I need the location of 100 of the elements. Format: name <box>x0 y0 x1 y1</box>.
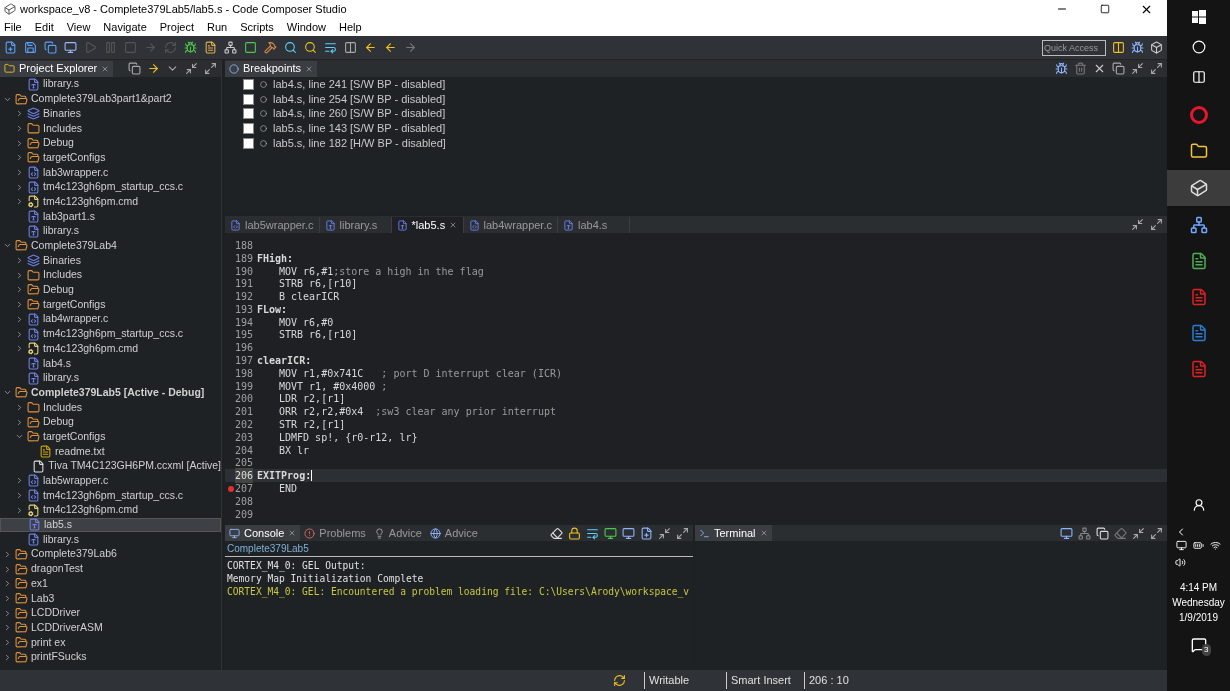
open-terminal-icon[interactable] <box>1060 526 1073 540</box>
new-breakpoint-icon[interactable] <box>1055 62 1068 75</box>
tree-item[interactable]: library.s <box>0 370 221 386</box>
debug-icon[interactable] <box>184 41 197 54</box>
tree-item[interactable]: Debug <box>0 414 221 430</box>
console-tab[interactable]: Advice <box>425 525 482 541</box>
tree-item[interactable]: tm4c123gh6pm_startup_ccs.c <box>0 179 221 195</box>
new-console-icon[interactable] <box>640 526 653 540</box>
console-tab[interactable]: Console <box>225 525 301 541</box>
minimize-icon[interactable] <box>658 526 671 540</box>
console-tab[interactable]: Problems <box>300 525 370 541</box>
menu-item[interactable]: Window <box>284 18 328 36</box>
menu-item[interactable]: Scripts <box>238 18 276 36</box>
collapse-all-icon[interactable] <box>128 62 141 75</box>
back-icon[interactable] <box>384 41 397 54</box>
search-icon[interactable] <box>304 41 317 54</box>
tree-item[interactable]: Lab3 <box>0 591 221 606</box>
tree-item[interactable]: Tiva TM4C123GH6PM.ccxml [Active] <box>0 458 221 474</box>
breakpoint-label[interactable]: lab5.s, line 143 [S/W BP - disabled] <box>273 120 446 137</box>
search-icon[interactable] <box>1191 40 1206 54</box>
hammer-icon[interactable] <box>264 41 277 54</box>
tree-item[interactable]: Includes <box>0 121 221 136</box>
tree-item[interactable]: targetConfigs <box>0 297 221 312</box>
network-app-icon[interactable] <box>1189 216 1208 234</box>
tree-item[interactable]: LCDDriverASM <box>0 620 221 636</box>
tree-item[interactable]: LCDDriver <box>0 605 221 621</box>
sync-icon[interactable] <box>613 674 626 687</box>
tree-item[interactable]: targetConfigs <box>0 150 221 166</box>
editor-tab[interactable]: *lab5.s <box>391 217 464 233</box>
tree-item[interactable]: tm4c123gh6pm.cmd <box>0 341 221 357</box>
new-file-icon[interactable] <box>4 41 17 54</box>
maximize-icon[interactable] <box>1100 4 1110 14</box>
maximize-icon[interactable] <box>1150 218 1163 231</box>
tree-item[interactable]: print ex <box>0 635 221 650</box>
tree-item[interactable]: library.s <box>0 77 221 92</box>
clear-console-icon[interactable] <box>550 526 563 540</box>
tree-item[interactable]: Complete379Lab4 <box>0 238 221 254</box>
connect-icon[interactable] <box>224 41 237 54</box>
tree-item[interactable]: Includes <box>0 267 221 283</box>
tree-item[interactable]: Debug <box>0 135 221 151</box>
tree-item[interactable]: tm4c123gh6pm_startup_ccs.c <box>0 488 221 503</box>
search-icon[interactable] <box>284 41 297 54</box>
folder-icon[interactable] <box>1189 142 1208 160</box>
maximize-icon[interactable] <box>1150 526 1163 540</box>
tree-item[interactable]: Binaries <box>0 106 221 122</box>
scroll-lock-icon[interactable] <box>568 526 581 540</box>
maximize-icon[interactable] <box>676 526 689 540</box>
tree-item[interactable]: Binaries <box>0 253 221 268</box>
active-app-icon[interactable] <box>1167 170 1230 206</box>
editor-tab[interactable]: library.s <box>319 217 392 233</box>
browser-icon[interactable] <box>1189 106 1208 124</box>
forward-icon[interactable] <box>404 41 417 54</box>
checkbox[interactable] <box>243 108 254 120</box>
quick-access-field[interactable]: Quick Access <box>1042 39 1106 56</box>
tree-item[interactable]: lab3wrapper.c <box>0 165 221 180</box>
menu-item[interactable]: View <box>64 18 93 36</box>
task-view-icon[interactable] <box>1191 70 1206 84</box>
tree-item[interactable]: Debug <box>0 282 221 298</box>
word-wrap-icon[interactable] <box>586 526 599 540</box>
pdf-icon[interactable] <box>1189 288 1208 306</box>
remove-all-icon[interactable] <box>1093 62 1106 75</box>
connect-icon[interactable] <box>1078 526 1091 540</box>
editor-tab[interactable]: lab5wrapper.c <box>225 217 320 233</box>
display-console-icon[interactable] <box>622 526 635 540</box>
breakpoint-label[interactable]: lab5.s, line 182 [H/W BP - disabled] <box>273 134 446 152</box>
people-icon[interactable] <box>1191 498 1206 512</box>
windows-logo-icon[interactable] <box>1191 10 1206 24</box>
tree-item[interactable]: lab3part1.s <box>0 209 221 224</box>
tree-item[interactable]: Complete379Lab3part1&part2 <box>0 91 221 107</box>
breakpoint-label[interactable]: lab4.s, line 241 [S/W BP - disabled] <box>273 76 446 93</box>
checkbox[interactable] <box>243 122 254 134</box>
document-icon[interactable] <box>1189 324 1208 342</box>
tree-item[interactable]: readme.txt <box>0 444 221 459</box>
tree-item[interactable]: ex1 <box>0 576 221 592</box>
menu-item[interactable]: Navigate <box>101 18 149 36</box>
minimize-icon[interactable] <box>1131 62 1144 75</box>
back-icon[interactable] <box>364 41 377 54</box>
pdf-icon[interactable] <box>1189 360 1208 378</box>
maximize-icon[interactable] <box>204 62 217 75</box>
perspective-icon[interactable] <box>1112 41 1125 54</box>
tree-item[interactable]: library.s <box>0 532 221 547</box>
checkbox[interactable] <box>243 93 254 105</box>
document-icon[interactable] <box>204 41 217 54</box>
pin-console-icon[interactable] <box>604 526 617 540</box>
tree-item[interactable]: Complete379Lab6 <box>0 547 221 562</box>
minimize-icon[interactable] <box>1131 218 1144 231</box>
menu-item[interactable]: Help <box>336 18 364 36</box>
tree-item[interactable]: lab5wrapper.c <box>0 473 221 489</box>
console-tab[interactable]: Advice <box>369 525 426 541</box>
tree-item[interactable]: lab4wrapper.c <box>0 312 221 327</box>
save-all-icon[interactable] <box>44 41 57 54</box>
checkbox[interactable] <box>243 78 254 90</box>
copy-icon[interactable] <box>1112 62 1125 75</box>
debug-perspective-icon[interactable] <box>1131 41 1144 54</box>
breakpoints-tab[interactable]: Breakpoints <box>225 60 318 77</box>
link-icon[interactable] <box>147 62 160 75</box>
tree-item[interactable]: library.s <box>0 223 221 239</box>
terminal-tab[interactable]: Terminal <box>695 525 772 541</box>
tree-item[interactable]: Includes <box>0 400 221 415</box>
tree-item[interactable]: targetConfigs <box>0 429 221 445</box>
